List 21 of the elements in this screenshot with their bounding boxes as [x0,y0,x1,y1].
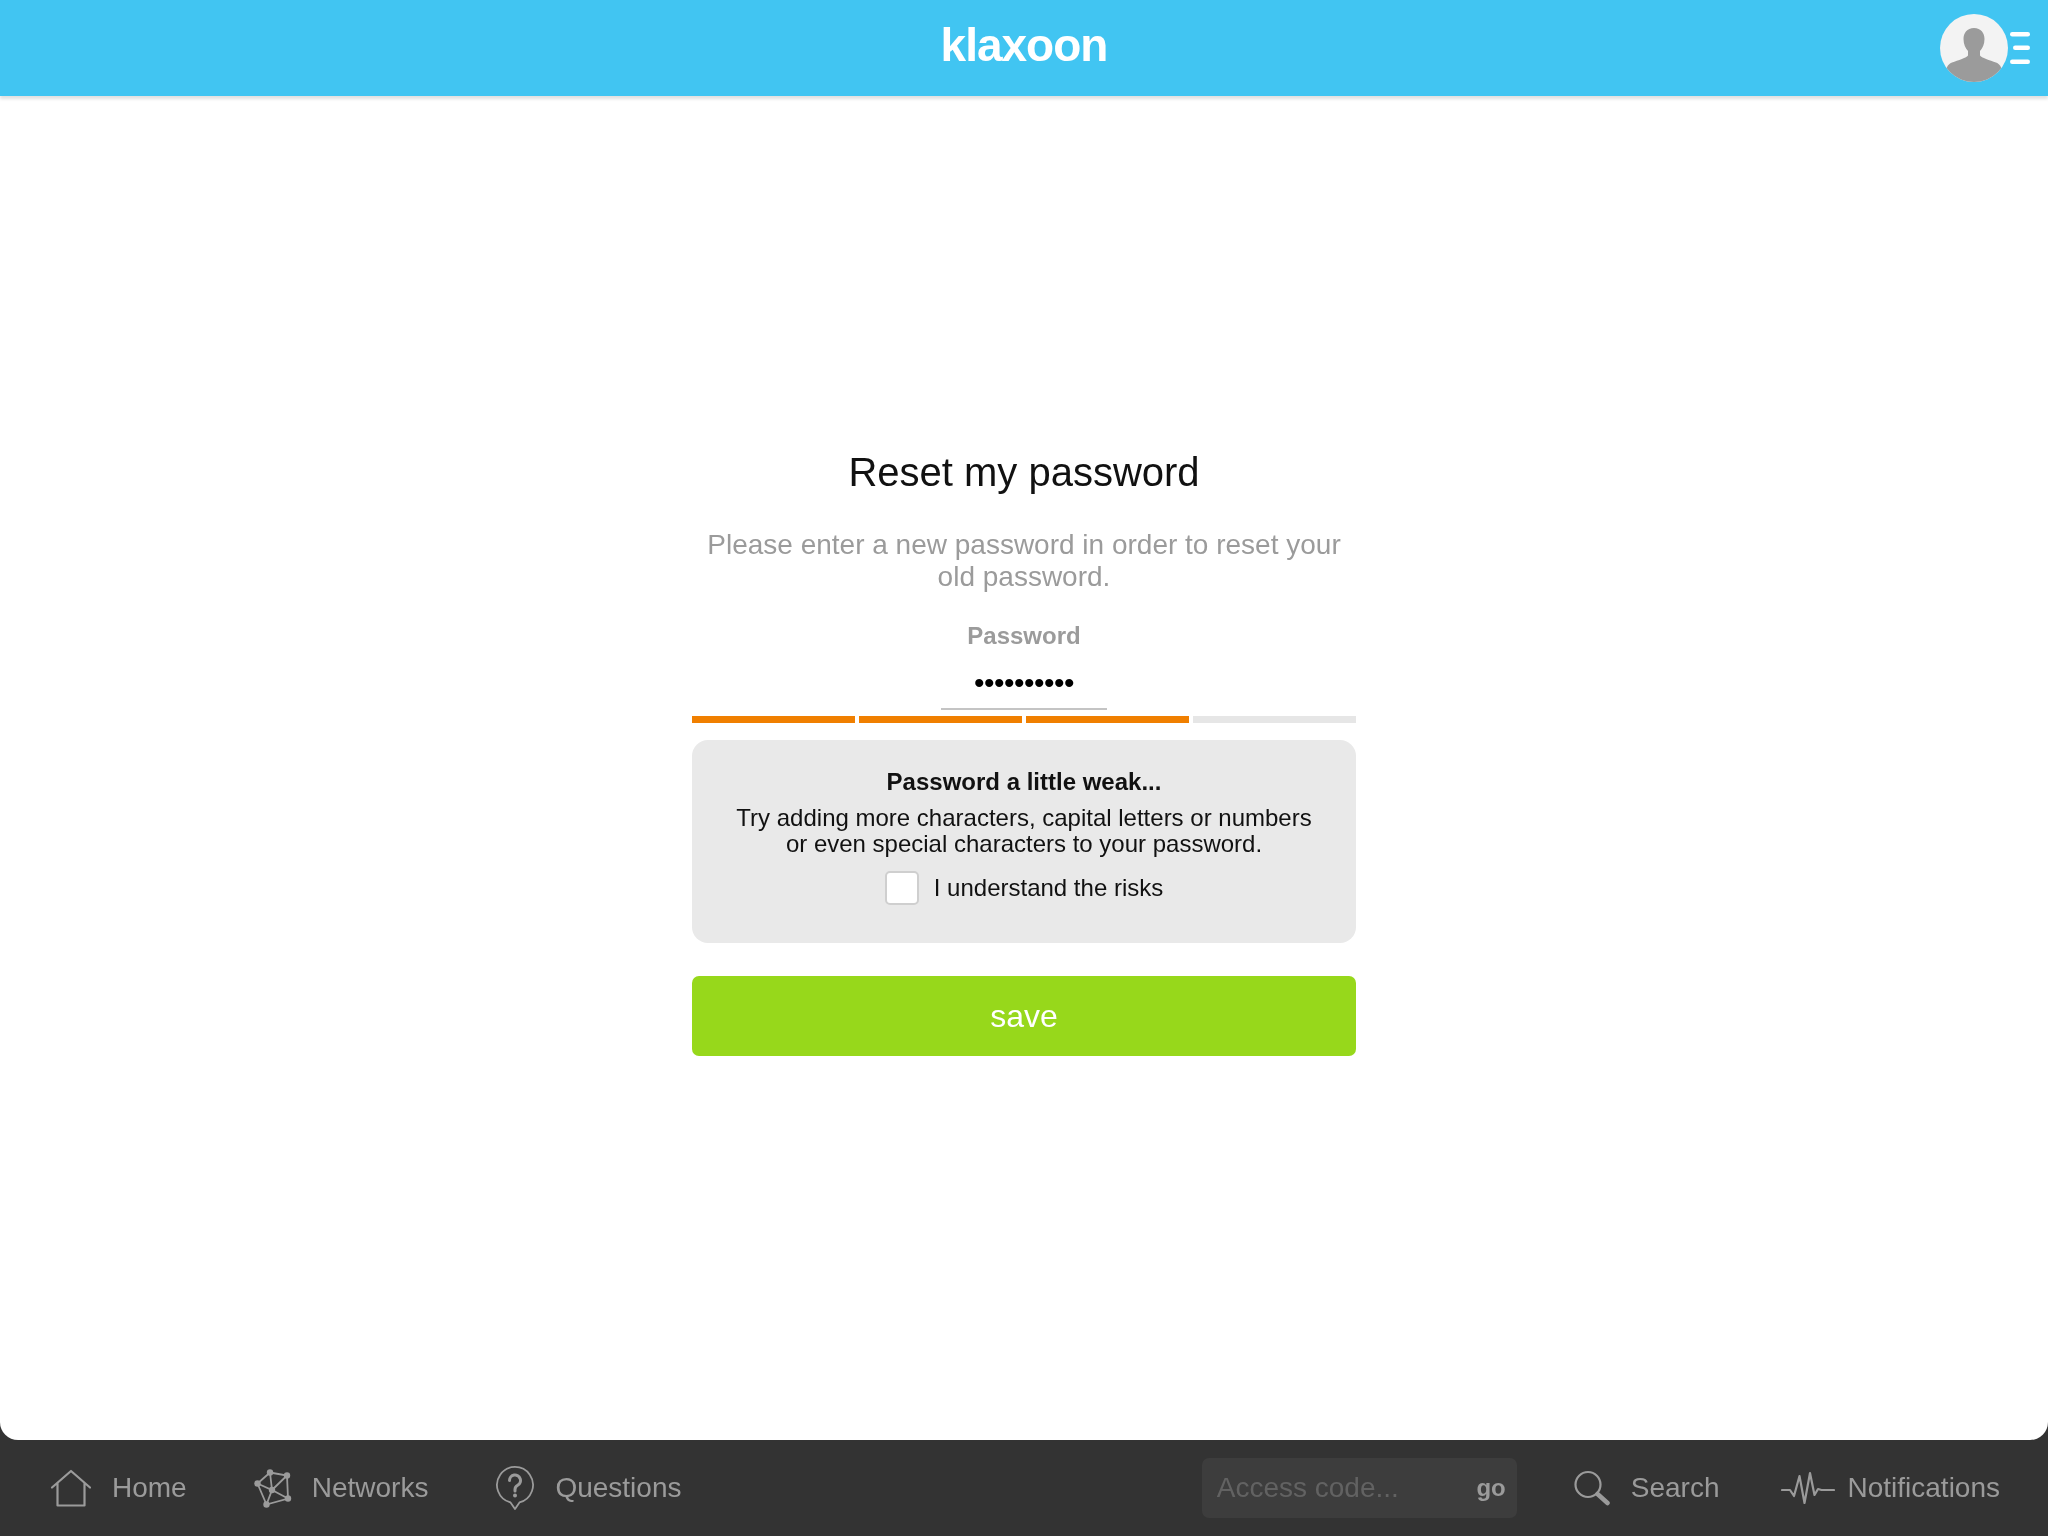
home-icon [50,1469,92,1507]
warning-title: Password a little weak... [886,768,1162,796]
search-icon [1572,1470,1611,1506]
checkbox-label[interactable]: I understand the risks [933,874,1164,902]
password-field[interactable]: •••••••••• [941,664,1107,710]
field-label: Password [967,622,1081,650]
nav-link[interactable]: Search [1572,1470,1720,1506]
nav-link[interactable]: Questions [495,1465,682,1511]
risk-checkbox[interactable] [884,871,919,905]
network-icon [253,1468,292,1508]
menu-icon[interactable] [2010,32,2030,64]
nav-link[interactable]: Networks [253,1468,429,1508]
pulse-wave-icon [1781,1470,1836,1506]
description: Please enter a new password in order to reset your old password. [706,529,1342,593]
nav-link[interactable]: Home [50,1469,187,1507]
question-bubble-icon [495,1465,536,1511]
page-title: Reset my password [848,449,1200,496]
avatar-icon[interactable] [1940,14,2008,82]
nav-link[interactable]: Notifications [1781,1470,2000,1506]
go-button[interactable]: go [1476,1474,1506,1502]
warning-message: Try adding more characters, capital letters or numbers or even special characters to your password. [735,805,1313,857]
